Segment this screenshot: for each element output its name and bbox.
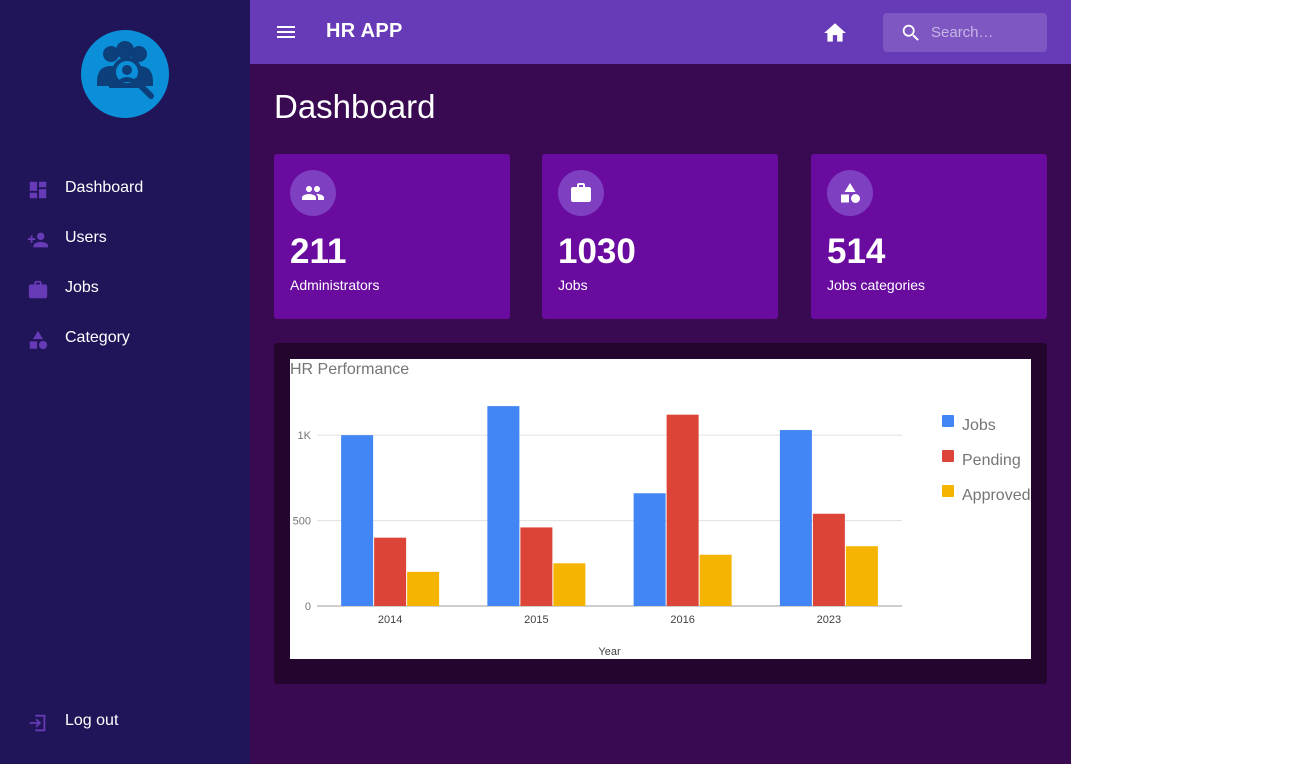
sidebar-item-dashboard[interactable]: Dashboard <box>0 169 250 209</box>
stat-label: Jobs <box>558 277 588 293</box>
legend-swatch-pending <box>942 450 954 462</box>
sidebar: Dashboard Users Jobs Category Log out <box>0 0 250 764</box>
stat-value: 1030 <box>558 232 636 271</box>
app-title: HR APP <box>326 20 403 42</box>
sidebar-item-label: Category <box>65 329 130 346</box>
logout-button[interactable]: Log out <box>0 702 250 742</box>
briefcase-icon <box>27 279 49 301</box>
y-tick-label: 500 <box>293 516 311 528</box>
bar-pending-2016 <box>666 414 699 606</box>
add-user-icon <box>27 229 49 251</box>
y-tick-label: 0 <box>305 601 311 613</box>
bar-pending-2014 <box>374 537 407 606</box>
chart-title: HR Performance <box>290 361 409 378</box>
hr-performance-chart: HR Performance 0 500 1K 2014 2015 2016 2023 Year… <box>290 359 1031 659</box>
x-tick-label: 2015 <box>524 614 548 626</box>
sidebar-item-label: Users <box>65 229 107 246</box>
search-icon <box>900 22 922 44</box>
bar-pending-2023 <box>812 513 845 606</box>
legend-swatch-approved <box>942 485 954 497</box>
bar-jobs-2015 <box>487 406 520 606</box>
stat-label: Jobs categories <box>827 277 926 293</box>
legend-label: Pending <box>962 452 1021 469</box>
bar-jobs-2016 <box>633 493 666 606</box>
hr-logo-icon <box>81 30 169 118</box>
x-axis-label: Year <box>598 646 621 658</box>
legend-label: Jobs <box>962 417 996 434</box>
stat-card-administrators: 211 Administrators <box>274 154 510 319</box>
category-icon <box>827 170 873 216</box>
y-tick-label: 1K <box>298 430 312 442</box>
search-input[interactable] <box>931 21 1039 43</box>
x-tick-label: 2014 <box>378 614 402 626</box>
x-tick-label: 2016 <box>670 614 694 626</box>
page-title: Dashboard <box>274 88 436 125</box>
dashboard-icon <box>27 179 49 201</box>
logout-icon <box>27 712 49 734</box>
stat-value: 211 <box>290 232 347 271</box>
bar-pending-2015 <box>520 527 553 606</box>
stat-card-categories: 514 Jobs categories <box>811 154 1047 319</box>
bar-approved-2015 <box>553 563 586 606</box>
stat-card-jobs: 1030 Jobs <box>542 154 778 319</box>
bar-chart: HR Performance 0 500 1K 2014 2015 2016 2023 Year… <box>290 361 1031 658</box>
bar-approved-2016 <box>699 554 732 606</box>
sidebar-item-jobs[interactable]: Jobs <box>0 269 250 309</box>
home-icon[interactable] <box>822 20 848 46</box>
people-icon <box>290 170 336 216</box>
sidebar-item-category[interactable]: Category <box>0 319 250 359</box>
search-box[interactable] <box>883 13 1047 52</box>
briefcase-icon <box>558 170 604 216</box>
stat-label: Administrators <box>290 277 380 293</box>
bar-approved-2014 <box>407 571 440 606</box>
main-content: HR APP Dashboard 211 Administrators 1030… <box>250 0 1071 764</box>
chart-panel: HR Performance 0 500 1K 2014 2015 2016 2023 Year… <box>274 343 1047 684</box>
bar-jobs-2023 <box>779 430 812 606</box>
bar-jobs-2014 <box>341 435 374 606</box>
sidebar-item-users[interactable]: Users <box>0 219 250 259</box>
sidebar-item-label: Dashboard <box>65 179 144 196</box>
legend-swatch-jobs <box>942 415 954 427</box>
category-icon <box>27 329 49 351</box>
sidebar-item-label: Jobs <box>65 279 99 296</box>
menu-icon[interactable] <box>274 20 298 44</box>
x-tick-label: 2023 <box>817 614 841 626</box>
legend-label: Approved <box>962 487 1031 504</box>
top-app-bar: HR APP <box>250 0 1071 64</box>
logout-label: Log out <box>65 712 119 729</box>
stat-value: 514 <box>827 232 886 271</box>
bar-approved-2023 <box>845 546 878 606</box>
